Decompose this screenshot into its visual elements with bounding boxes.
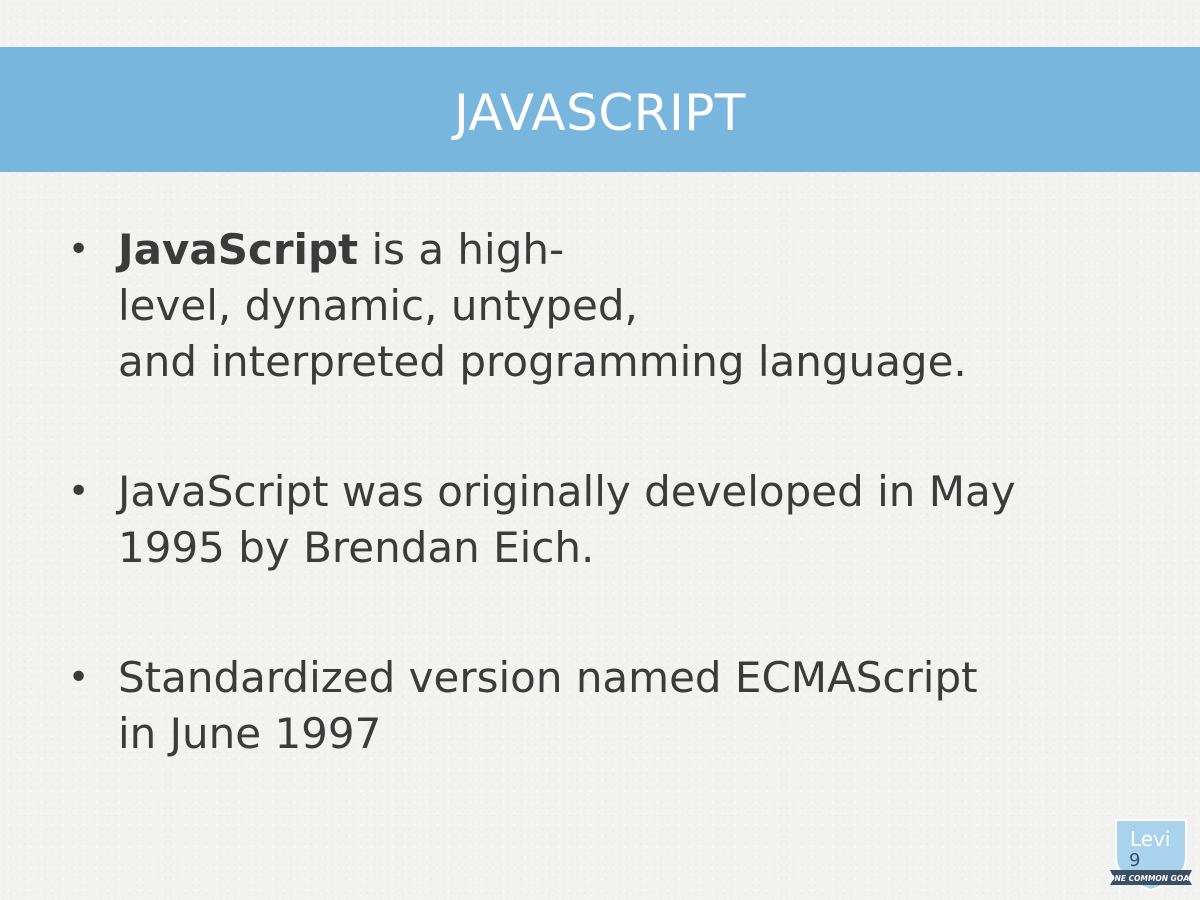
- slide-title: JAVASCRIPT: [454, 83, 746, 142]
- bullet-dot-icon: •: [68, 657, 90, 698]
- bullet-text: is a high-: [358, 225, 565, 274]
- levi9-logo: Levi 9 ONE COMMON GOAL: [1108, 814, 1194, 892]
- bullet-line: and interpreted programming language.: [118, 337, 967, 386]
- bullet-dot-icon: •: [68, 471, 90, 512]
- bullet-line: Standardized version named ECMAScript: [118, 653, 978, 702]
- bullet-line: 1995 by Brendan Eich.: [118, 523, 595, 572]
- bullet-line: JavaScript was originally developed in M…: [118, 467, 1016, 516]
- bullet-bold-term: JavaScript: [118, 225, 359, 274]
- bullet-list: • JavaScript is a high- level, dynamic, …: [62, 222, 1142, 762]
- bullet-line: JavaScript is a high-: [118, 222, 1142, 278]
- levi9-shield-icon: Levi 9 ONE COMMON GOAL: [1108, 819, 1194, 892]
- bullet-item: • JavaScript was originally developed in…: [62, 464, 1142, 576]
- bullet-line: in June 1997: [118, 709, 382, 758]
- bullet-item: • JavaScript is a high- level, dynamic, …: [62, 222, 1142, 390]
- logo-tagline: ONE COMMON GOAL: [1110, 874, 1192, 883]
- logo-name: Levi: [1130, 827, 1171, 851]
- bullet-dot-icon: •: [68, 229, 90, 270]
- logo-number: 9: [1129, 850, 1140, 871]
- bullet-item: • Standardized version named ECMAScript …: [62, 650, 1142, 762]
- bullet-line: level, dynamic, untyped,: [118, 281, 638, 330]
- title-band: JAVASCRIPT: [0, 47, 1200, 172]
